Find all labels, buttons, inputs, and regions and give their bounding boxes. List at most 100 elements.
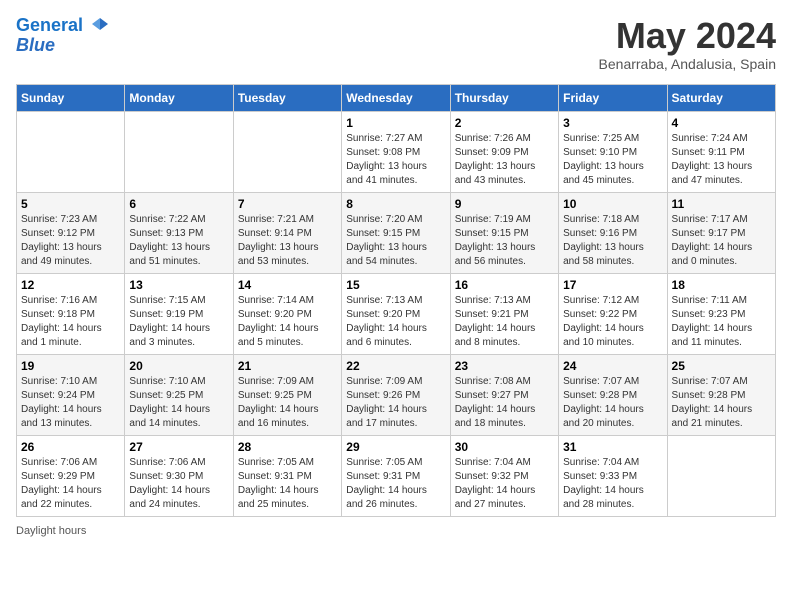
col-header-tuesday: Tuesday (233, 84, 341, 111)
day-info: Sunrise: 7:16 AM Sunset: 9:18 PM Dayligh… (21, 294, 120, 350)
day-number: 31 (563, 440, 662, 454)
calendar-cell: 3Sunrise: 7:25 AM Sunset: 9:10 PM Daylig… (559, 111, 667, 192)
calendar-cell: 15 Sunrise: 7:13 AM Sunset: 9:20 PM Dayli… (342, 273, 450, 354)
calendar-cell: 10Sunrise: 7:18 AM Sunset: 9:16 PM Dayli… (559, 192, 667, 273)
calendar-cell: 17 Sunrise: 7:12 AM Sunset: 9:22 PM Dayli… (559, 273, 667, 354)
day-info: Sunrise: 7:11 AM Sunset: 9:23 PM Dayligh… (672, 294, 771, 350)
calendar-cell: 12 Sunrise: 7:16 AM Sunset: 9:18 PM Dayli… (17, 273, 125, 354)
calendar-cell: 20 Sunrise: 7:10 AM Sunset: 9:25 PM Dayli… (125, 354, 233, 435)
day-number: 16 (455, 278, 554, 292)
calendar-cell: 24Sunrise: 7:07 AM Sunset: 9:28 PM Dayli… (559, 354, 667, 435)
day-number: 5 (21, 197, 120, 211)
calendar-cell: 27 Sunrise: 7:06 AM Sunset: 9:30 PM Dayli… (125, 435, 233, 516)
day-info: Sunrise: 7:21 AM Sunset: 9:14 PM Dayligh… (238, 213, 337, 269)
calendar-cell: 6Sunrise: 7:22 AM Sunset: 9:13 PM Daylig… (125, 192, 233, 273)
calendar-cell: 7 Sunrise: 7:21 AM Sunset: 9:14 PM Daylig… (233, 192, 341, 273)
day-number: 7 (238, 197, 337, 211)
day-info: Sunrise: 7:05 AM Sunset: 9:31 PM Dayligh… (238, 456, 337, 512)
day-info: Sunrise: 7:22 AM Sunset: 9:13 PM Dayligh… (129, 213, 228, 269)
day-number: 20 (129, 359, 228, 373)
calendar-cell: 19 Sunrise: 7:10 AM Sunset: 9:24 PM Dayli… (17, 354, 125, 435)
day-number: 29 (346, 440, 445, 454)
daylight-label: Daylight hours (16, 525, 86, 537)
day-number: 8 (346, 197, 445, 211)
calendar-cell: 5 Sunrise: 7:23 AM Sunset: 9:12 PM Daylig… (17, 192, 125, 273)
day-number: 27 (129, 440, 228, 454)
col-header-monday: Monday (125, 84, 233, 111)
day-number: 18 (672, 278, 771, 292)
day-info: Sunrise: 7:04 AM Sunset: 9:32 PM Dayligh… (455, 456, 554, 512)
day-info: Sunrise: 7:12 AM Sunset: 9:22 PM Dayligh… (563, 294, 662, 350)
day-info: Sunrise: 7:05 AM Sunset: 9:31 PM Dayligh… (346, 456, 445, 512)
calendar-week-4: 19 Sunrise: 7:10 AM Sunset: 9:24 PM Dayli… (17, 354, 776, 435)
day-info: Sunrise: 7:09 AM Sunset: 9:26 PM Dayligh… (346, 375, 445, 431)
page-header: General Blue May 2024 Benarraba, Andalus… (16, 16, 776, 72)
day-number: 19 (21, 359, 120, 373)
month-title: May 2024 (599, 16, 776, 56)
calendar-week-5: 26Sunrise: 7:06 AM Sunset: 9:29 PM Dayli… (17, 435, 776, 516)
calendar-cell: 8 Sunrise: 7:20 AM Sunset: 9:15 PM Daylig… (342, 192, 450, 273)
day-info: Sunrise: 7:23 AM Sunset: 9:12 PM Dayligh… (21, 213, 120, 269)
calendar-header-row: SundayMondayTuesdayWednesdayThursdayFrid… (17, 84, 776, 111)
calendar-cell: 21 Sunrise: 7:09 AM Sunset: 9:25 PM Dayli… (233, 354, 341, 435)
calendar-cell (233, 111, 341, 192)
day-info: Sunrise: 7:19 AM Sunset: 9:15 PM Dayligh… (455, 213, 554, 269)
day-number: 22 (346, 359, 445, 373)
day-info: Sunrise: 7:06 AM Sunset: 9:30 PM Dayligh… (129, 456, 228, 512)
day-number: 14 (238, 278, 337, 292)
day-info: Sunrise: 7:10 AM Sunset: 9:24 PM Dayligh… (21, 375, 120, 431)
calendar-cell: 18 Sunrise: 7:11 AM Sunset: 9:23 PM Dayli… (667, 273, 775, 354)
day-number: 17 (563, 278, 662, 292)
day-number: 1 (346, 116, 445, 130)
day-number: 25 (672, 359, 771, 373)
day-number: 23 (455, 359, 554, 373)
calendar-cell: 13Sunrise: 7:15 AM Sunset: 9:19 PM Dayli… (125, 273, 233, 354)
day-info: Sunrise: 7:24 AM Sunset: 9:11 PM Dayligh… (672, 132, 771, 188)
calendar-week-2: 5 Sunrise: 7:23 AM Sunset: 9:12 PM Daylig… (17, 192, 776, 273)
calendar-cell: 9 Sunrise: 7:19 AM Sunset: 9:15 PM Daylig… (450, 192, 558, 273)
calendar-week-1: 1 Sunrise: 7:27 AM Sunset: 9:08 PM Daylig… (17, 111, 776, 192)
calendar-cell (125, 111, 233, 192)
day-number: 15 (346, 278, 445, 292)
col-header-sunday: Sunday (17, 84, 125, 111)
logo-flag-icon (90, 16, 110, 36)
day-number: 13 (129, 278, 228, 292)
calendar-cell: 31 Sunrise: 7:04 AM Sunset: 9:33 PM Dayli… (559, 435, 667, 516)
day-info: Sunrise: 7:13 AM Sunset: 9:20 PM Dayligh… (346, 294, 445, 350)
calendar-cell: 4 Sunrise: 7:24 AM Sunset: 9:11 PM Daylig… (667, 111, 775, 192)
day-number: 9 (455, 197, 554, 211)
day-info: Sunrise: 7:25 AM Sunset: 9:10 PM Dayligh… (563, 132, 662, 188)
calendar-cell: 26Sunrise: 7:06 AM Sunset: 9:29 PM Dayli… (17, 435, 125, 516)
calendar-footer: Daylight hours (16, 525, 776, 537)
location: Benarraba, Andalusia, Spain (599, 56, 776, 72)
calendar-cell (17, 111, 125, 192)
day-info: Sunrise: 7:18 AM Sunset: 9:16 PM Dayligh… (563, 213, 662, 269)
calendar-cell: 22 Sunrise: 7:09 AM Sunset: 9:26 PM Dayli… (342, 354, 450, 435)
day-number: 4 (672, 116, 771, 130)
calendar-table: SundayMondayTuesdayWednesdayThursdayFrid… (16, 84, 776, 517)
day-info: Sunrise: 7:06 AM Sunset: 9:29 PM Dayligh… (21, 456, 120, 512)
day-number: 24 (563, 359, 662, 373)
calendar-cell: 29 Sunrise: 7:05 AM Sunset: 9:31 PM Dayli… (342, 435, 450, 516)
day-info: Sunrise: 7:07 AM Sunset: 9:28 PM Dayligh… (672, 375, 771, 431)
day-info: Sunrise: 7:27 AM Sunset: 9:08 PM Dayligh… (346, 132, 445, 188)
calendar-cell: 16Sunrise: 7:13 AM Sunset: 9:21 PM Dayli… (450, 273, 558, 354)
logo-blue: Blue (16, 36, 110, 56)
day-info: Sunrise: 7:04 AM Sunset: 9:33 PM Dayligh… (563, 456, 662, 512)
day-info: Sunrise: 7:08 AM Sunset: 9:27 PM Dayligh… (455, 375, 554, 431)
day-info: Sunrise: 7:09 AM Sunset: 9:25 PM Dayligh… (238, 375, 337, 431)
col-header-friday: Friday (559, 84, 667, 111)
day-number: 11 (672, 197, 771, 211)
day-info: Sunrise: 7:20 AM Sunset: 9:15 PM Dayligh… (346, 213, 445, 269)
day-info: Sunrise: 7:10 AM Sunset: 9:25 PM Dayligh… (129, 375, 228, 431)
calendar-cell: 11 Sunrise: 7:17 AM Sunset: 9:17 PM Dayli… (667, 192, 775, 273)
col-header-thursday: Thursday (450, 84, 558, 111)
calendar-cell: 2Sunrise: 7:26 AM Sunset: 9:09 PM Daylig… (450, 111, 558, 192)
calendar-cell: 30Sunrise: 7:04 AM Sunset: 9:32 PM Dayli… (450, 435, 558, 516)
day-number: 21 (238, 359, 337, 373)
day-info: Sunrise: 7:14 AM Sunset: 9:20 PM Dayligh… (238, 294, 337, 350)
calendar-cell: 1 Sunrise: 7:27 AM Sunset: 9:08 PM Daylig… (342, 111, 450, 192)
day-info: Sunrise: 7:17 AM Sunset: 9:17 PM Dayligh… (672, 213, 771, 269)
calendar-cell (667, 435, 775, 516)
day-number: 12 (21, 278, 120, 292)
